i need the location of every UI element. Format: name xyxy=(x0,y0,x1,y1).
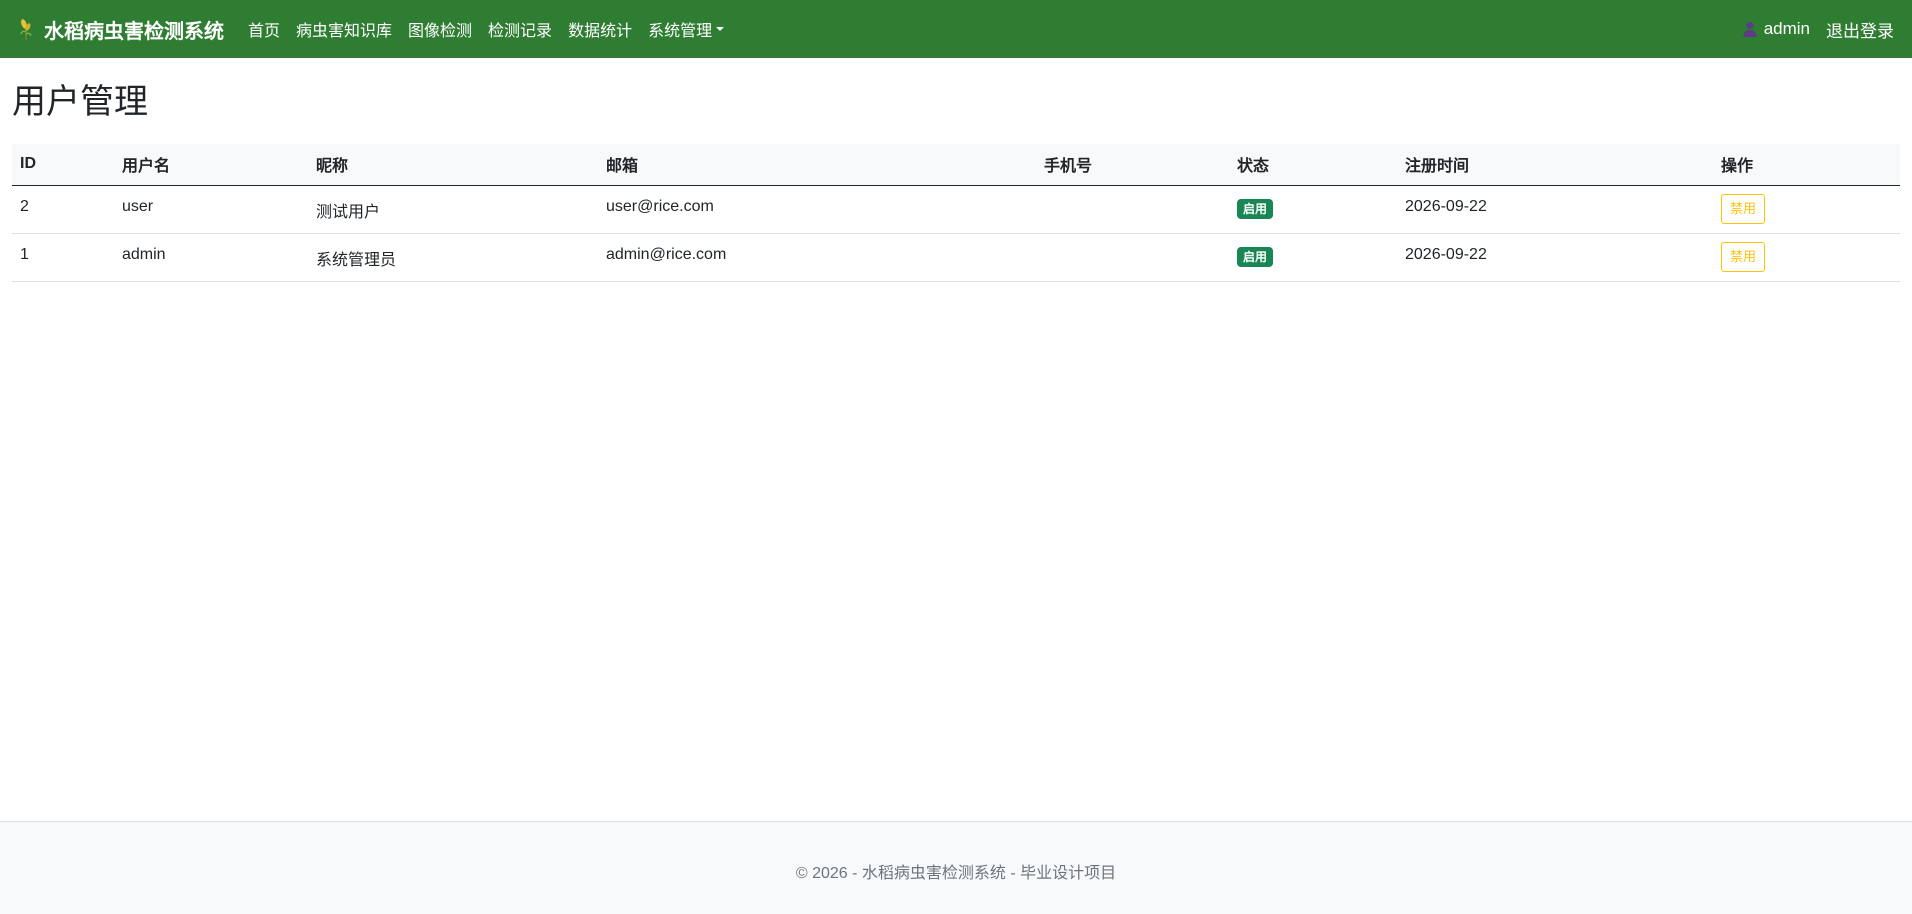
cell-phone xyxy=(1036,185,1229,234)
nav-links: 首页 病虫害知识库 图像检测 检测记录 数据统计 系统管理 xyxy=(248,17,740,41)
nav-detection-records-label: 检测记录 xyxy=(488,23,553,40)
cell-registered: 2026-09-22 xyxy=(1397,233,1713,282)
current-user-link[interactable]: admin xyxy=(1743,19,1810,39)
nav-home[interactable]: 首页 xyxy=(248,17,280,41)
status-badge: 启用 xyxy=(1237,247,1274,267)
header-username: 用户名 xyxy=(114,144,308,186)
nav-statistics-label: 数据统计 xyxy=(568,23,633,40)
cell-phone xyxy=(1036,233,1229,282)
cell-action: 禁用 xyxy=(1713,185,1900,234)
current-user-name: admin xyxy=(1763,19,1810,38)
header-email: 邮箱 xyxy=(598,144,1036,186)
page-title: 用户管理 xyxy=(12,83,148,121)
cell-email: user@rice.com xyxy=(598,185,1036,234)
table-row: 2 user 测试用户 user@rice.com 启用 2026-09-22 … xyxy=(12,185,1900,234)
cell-email: admin@rice.com xyxy=(598,233,1036,282)
nav-system-admin-dropdown[interactable]: 系统管理 xyxy=(648,17,725,41)
cell-status: 启用 xyxy=(1229,185,1397,234)
cell-id: 1 xyxy=(12,233,114,282)
user-table: ID 用户名 昵称 邮箱 手机号 状态 注册时间 操作 2 user 测试用户 … xyxy=(12,144,1900,282)
logout-link[interactable]: 退出登录 xyxy=(1826,17,1894,42)
user-icon xyxy=(1743,22,1757,37)
table-header-row: ID 用户名 昵称 邮箱 手机号 状态 注册时间 操作 xyxy=(12,144,1900,186)
cell-username: admin xyxy=(114,233,308,282)
nav-image-detection[interactable]: 图像检测 xyxy=(408,17,472,41)
header-action: 操作 xyxy=(1713,144,1900,186)
header-status: 状态 xyxy=(1229,144,1397,186)
disable-user-button[interactable]: 禁用 xyxy=(1721,242,1766,272)
brand-title: 水稻病虫害检测系统 xyxy=(44,20,224,43)
header-id: ID xyxy=(12,144,114,186)
cell-action: 禁用 xyxy=(1713,233,1900,282)
cell-registered: 2026-09-22 xyxy=(1397,185,1713,234)
nav-statistics[interactable]: 数据统计 xyxy=(568,17,632,41)
cell-username: user xyxy=(114,185,308,234)
disable-user-button[interactable]: 禁用 xyxy=(1721,194,1766,224)
page-footer: © 2026 - 水稻病虫害检测系统 - 毕业设计项目 xyxy=(0,821,1912,914)
nav-home-label: 首页 xyxy=(248,23,281,40)
table-row: 1 admin 系统管理员 admin@rice.com 启用 2026-09-… xyxy=(12,233,1900,282)
header-nickname: 昵称 xyxy=(308,144,598,186)
nav-knowledge-base-label: 病虫害知识库 xyxy=(296,23,393,40)
nav-knowledge-base[interactable]: 病虫害知识库 xyxy=(296,17,392,41)
status-badge: 启用 xyxy=(1237,199,1274,219)
cell-status: 启用 xyxy=(1229,233,1397,282)
cell-nickname: 测试用户 xyxy=(308,185,598,234)
user-table-container: ID 用户名 昵称 邮箱 手机号 状态 注册时间 操作 2 user 测试用户 … xyxy=(12,144,1900,282)
nav-detection-records[interactable]: 检测记录 xyxy=(488,17,552,41)
rice-plant-icon xyxy=(20,19,32,40)
cell-id: 2 xyxy=(12,185,114,234)
cell-nickname: 系统管理员 xyxy=(308,233,598,282)
nav-system-admin-label: 系统管理 xyxy=(648,23,713,40)
caret-down-icon xyxy=(716,27,725,31)
nav-right: admin 退出登录 xyxy=(1743,17,1894,42)
footer-text: © 2026 - 水稻病虫害检测系统 - 毕业设计项目 xyxy=(795,865,1117,882)
nav-image-detection-label: 图像检测 xyxy=(408,23,473,40)
top-navbar: 水稻病虫害检测系统 首页 病虫害知识库 图像检测 检测记录 数据统计 系统管理 … xyxy=(0,0,1912,58)
header-phone: 手机号 xyxy=(1036,144,1229,186)
header-registered: 注册时间 xyxy=(1397,144,1713,186)
brand-link[interactable]: 水稻病虫害检测系统 xyxy=(18,15,224,44)
